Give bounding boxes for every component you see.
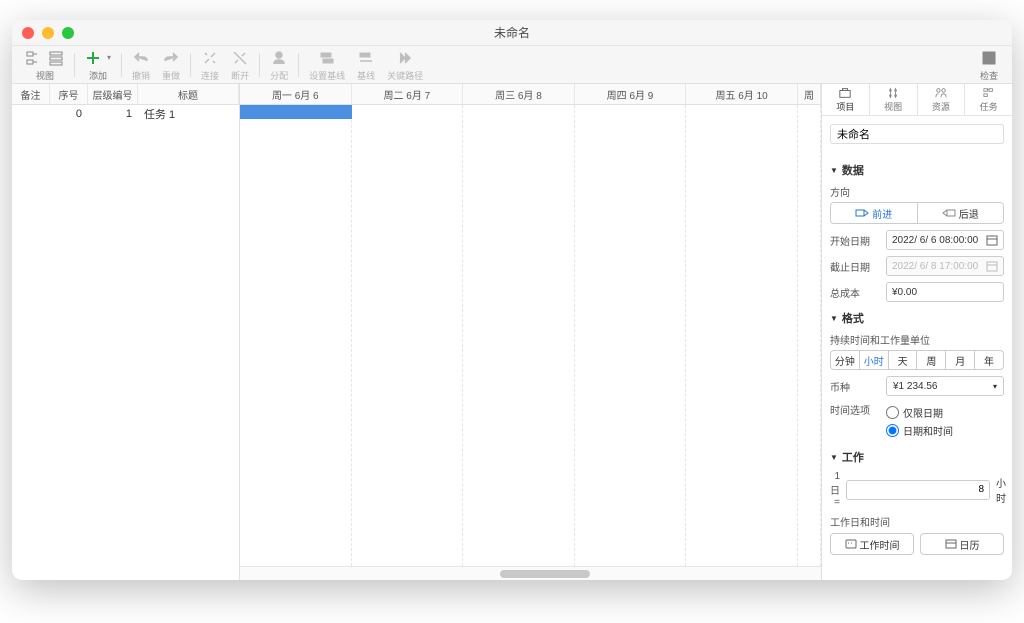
col-outline[interactable]: 层级编号 — [88, 84, 138, 104]
toolbar-assign[interactable]: 分配 — [264, 48, 294, 82]
toolbar-link[interactable]: 连接 — [195, 48, 225, 82]
day-header[interactable]: 周三 6月 8 — [463, 84, 575, 104]
keyboard-icon — [845, 539, 857, 549]
toolbar-redo[interactable]: 重做 — [156, 48, 186, 82]
section-data[interactable]: 数据 — [830, 162, 1004, 178]
inspector-tab-view[interactable]: 视图 — [870, 84, 918, 115]
col-notes[interactable]: 备注 — [12, 84, 50, 104]
direction-forward[interactable]: 前进 — [831, 203, 918, 223]
section-format[interactable]: 格式 — [830, 310, 1004, 326]
gantt-bar[interactable] — [240, 105, 352, 119]
time-option-date-time[interactable]: 日期和时间 — [886, 423, 1004, 438]
toolbar-view[interactable]: 视图 — [20, 48, 70, 82]
toolbar-baseline[interactable]: 基线 — [351, 48, 381, 82]
inspector-tab-task[interactable]: 任务 — [965, 84, 1012, 115]
unit-week[interactable]: 周 — [917, 351, 946, 369]
time-option-date-only[interactable]: 仅限日期 — [886, 405, 1004, 420]
section-work[interactable]: 工作 — [830, 449, 1004, 465]
unit-min[interactable]: 分钟 — [831, 351, 860, 369]
toolbar-add[interactable]: ▾ 添加 — [79, 48, 117, 82]
unit-month[interactable]: 月 — [946, 351, 975, 369]
project-name-input[interactable] — [830, 124, 1004, 144]
horizontal-scrollbar[interactable] — [240, 566, 821, 580]
inspector-tab-project[interactable]: 项目 — [822, 84, 870, 115]
duration-units: 分钟 小时 天 周 月 年 — [830, 350, 1004, 370]
toolbar-undo[interactable]: 撤销 — [126, 48, 156, 82]
day-header[interactable]: 周一 6月 6 — [240, 84, 352, 104]
task-row[interactable]: 0 1 任务 1 — [12, 105, 239, 123]
day-header[interactable]: 周二 6月 7 — [352, 84, 464, 104]
toolbar-inspector[interactable]: 检查 — [974, 48, 1004, 82]
toolbar: 视图 ▾ 添加 撤销 重做 连接 断开 — [12, 46, 1012, 84]
task-list-pane: 备注 序号 层级编号 标题 0 1 任务 1 — [12, 84, 240, 580]
col-index[interactable]: 序号 — [50, 84, 88, 104]
toolbar-set-baseline[interactable]: 设置基线 — [303, 48, 351, 82]
calendar-icon — [986, 260, 998, 272]
work-time-button[interactable]: 工作时间 — [830, 533, 914, 555]
inspector-pane: 项目 视图 资源 任务 数据 方向 — [822, 84, 1012, 580]
total-cost-input[interactable]: ¥0.00 — [886, 282, 1004, 302]
inspector-tab-resources[interactable]: 资源 — [918, 84, 966, 115]
unit-hour[interactable]: 小时 — [860, 351, 889, 369]
direction-backward[interactable]: 后退 — [918, 203, 1004, 223]
currency-select[interactable]: ¥1 234.56▾ — [886, 376, 1004, 396]
unit-day[interactable]: 天 — [889, 351, 918, 369]
col-title[interactable]: 标题 — [138, 84, 239, 104]
calendar-icon — [945, 539, 957, 549]
day-header[interactable]: 周五 6月 10 — [686, 84, 798, 104]
day-header[interactable]: 周四 6月 9 — [575, 84, 687, 104]
calendar-icon — [986, 234, 998, 246]
unit-year[interactable]: 年 — [975, 351, 1003, 369]
toolbar-unlink[interactable]: 断开 — [225, 48, 255, 82]
gantt-body[interactable] — [240, 105, 821, 566]
day-header[interactable]: 周 — [798, 84, 821, 104]
titlebar: 未命名 — [12, 20, 1012, 46]
toolbar-critical-path[interactable]: 关键路径 — [381, 48, 429, 82]
calendar-button[interactable]: 日历 — [920, 533, 1004, 555]
start-date-input[interactable]: 2022/ 6/ 6 08:00:00 — [886, 230, 1004, 250]
scroll-thumb[interactable] — [500, 570, 590, 578]
gantt-pane: 周一 6月 6 周二 6月 7 周三 6月 8 周四 6月 9 周五 6月 10… — [240, 84, 822, 580]
hours-per-day-input[interactable] — [846, 480, 990, 500]
end-date-input: 2022/ 6/ 8 17:00:00 — [886, 256, 1004, 276]
window-title: 未命名 — [12, 24, 1012, 41]
